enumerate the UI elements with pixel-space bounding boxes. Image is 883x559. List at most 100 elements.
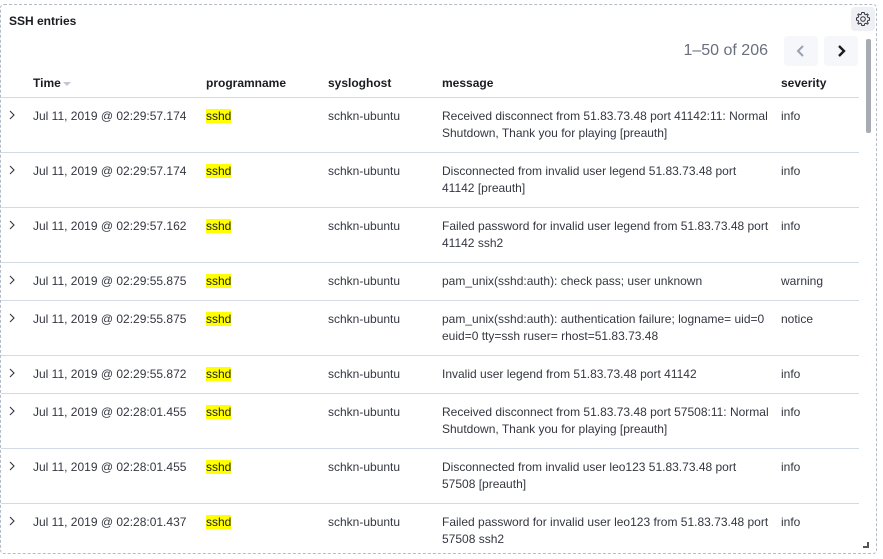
previous-page-button[interactable] bbox=[784, 36, 818, 66]
table-row[interactable]: Jul 11, 2019 @ 02:28:01.437 sshd schkn-ubu… bbox=[1, 503, 859, 553]
cell-severity: notice bbox=[781, 300, 859, 356]
cell-severity: info bbox=[781, 393, 859, 449]
cell-severity: info bbox=[781, 152, 859, 208]
cell-time: Jul 11, 2019 @ 02:29:55.875 bbox=[33, 300, 206, 356]
sort-arrow-icon[interactable] bbox=[62, 81, 71, 86]
cell-programname: sshd bbox=[206, 393, 328, 449]
cell-message: Disconnected from invalid user legend 51… bbox=[442, 152, 781, 208]
table-row[interactable]: Jul 11, 2019 @ 02:29:55.872 sshd schkn-ubu… bbox=[1, 355, 859, 394]
highlighted-match: sshd bbox=[206, 109, 232, 123]
cell-message: Invalid user legend from 51.83.73.48 por… bbox=[442, 355, 781, 394]
cell-sysloghost: schkn-ubuntu bbox=[328, 503, 442, 553]
column-header-sysloghost[interactable]: sysloghost bbox=[328, 69, 442, 98]
table-row[interactable]: Jul 11, 2019 @ 02:28:01.455 sshd schkn-ubu… bbox=[1, 393, 859, 449]
highlighted-match: sshd bbox=[206, 460, 232, 474]
next-page-button[interactable] bbox=[824, 36, 858, 66]
cell-severity: info bbox=[781, 97, 859, 153]
cell-sysloghost: schkn-ubuntu bbox=[328, 393, 442, 449]
cell-message: pam_unix(sshd:auth): authentication fail… bbox=[442, 300, 781, 356]
cell-severity: info bbox=[781, 448, 859, 504]
cell-sysloghost: schkn-ubuntu bbox=[328, 207, 442, 263]
chevron-right-icon bbox=[9, 165, 15, 175]
cell-message: pam_unix(sshd:auth): check pass; user un… bbox=[442, 262, 781, 301]
cell-time: Jul 11, 2019 @ 02:28:01.437 bbox=[33, 503, 206, 553]
highlighted-match: sshd bbox=[206, 274, 232, 288]
cell-programname: sshd bbox=[206, 207, 328, 263]
cell-time: Jul 11, 2019 @ 02:29:57.174 bbox=[33, 152, 206, 208]
cell-severity: info bbox=[781, 503, 859, 553]
cell-severity: warning bbox=[781, 262, 859, 301]
chevron-right-icon bbox=[9, 461, 15, 471]
table-row[interactable]: Jul 11, 2019 @ 02:29:57.174 sshd schkn-ubu… bbox=[1, 152, 859, 208]
expand-row-button[interactable] bbox=[1, 300, 33, 356]
cell-programname: sshd bbox=[206, 97, 328, 153]
chevron-right-icon bbox=[9, 368, 15, 378]
expand-row-button[interactable] bbox=[1, 355, 33, 394]
cell-programname: sshd bbox=[206, 503, 328, 553]
table-header-row: Time programname sysloghost message seve… bbox=[1, 69, 859, 98]
cell-severity: info bbox=[781, 355, 859, 394]
expand-row-button[interactable] bbox=[1, 448, 33, 504]
expand-column-header bbox=[1, 69, 33, 98]
cell-sysloghost: schkn-ubuntu bbox=[328, 355, 442, 394]
ssh-entries-panel: SSH entries 1–50 of 206 Time programname… bbox=[0, 4, 877, 554]
cell-time: Jul 11, 2019 @ 02:28:01.455 bbox=[33, 448, 206, 504]
column-header-programname[interactable]: programname bbox=[206, 69, 328, 98]
cell-programname: sshd bbox=[206, 152, 328, 208]
cell-message: Failed password for invalid user legend … bbox=[442, 207, 781, 263]
cell-programname: sshd bbox=[206, 300, 328, 356]
cell-message: Disconnected from invalid user leo123 51… bbox=[442, 448, 781, 504]
panel-title: SSH entries bbox=[9, 14, 77, 28]
highlighted-match: sshd bbox=[206, 405, 232, 419]
chevron-right-icon bbox=[9, 313, 15, 323]
chevron-right-icon bbox=[838, 45, 846, 57]
column-header-time[interactable]: Time bbox=[33, 69, 206, 98]
cell-message: Failed password for invalid user leo123 … bbox=[442, 503, 781, 553]
chevron-left-icon bbox=[796, 45, 804, 57]
chevron-right-icon bbox=[9, 110, 15, 120]
cell-programname: sshd bbox=[206, 262, 328, 301]
chevron-right-icon bbox=[9, 275, 15, 285]
highlighted-match: sshd bbox=[206, 367, 232, 381]
expand-row-button[interactable] bbox=[1, 152, 33, 208]
cell-sysloghost: schkn-ubuntu bbox=[328, 97, 442, 153]
column-header-severity[interactable]: severity bbox=[781, 69, 859, 98]
expand-row-button[interactable] bbox=[1, 97, 33, 153]
cell-programname: sshd bbox=[206, 355, 328, 394]
column-header-label: Time bbox=[33, 76, 61, 90]
highlighted-match: sshd bbox=[206, 164, 232, 178]
expand-row-button[interactable] bbox=[1, 207, 33, 263]
cell-programname: sshd bbox=[206, 448, 328, 504]
cell-time: Jul 11, 2019 @ 02:29:57.174 bbox=[33, 97, 206, 153]
chevron-right-icon bbox=[9, 406, 15, 416]
pagination: 1–50 of 206 bbox=[683, 36, 858, 66]
expand-row-button[interactable] bbox=[1, 503, 33, 553]
expand-row-button[interactable] bbox=[1, 393, 33, 449]
cell-message: Received disconnect from 51.83.73.48 por… bbox=[442, 393, 781, 449]
cell-sysloghost: schkn-ubuntu bbox=[328, 300, 442, 356]
highlighted-match: sshd bbox=[206, 219, 232, 233]
table-row[interactable]: Jul 11, 2019 @ 02:29:57.174 sshd schkn-ubu… bbox=[1, 97, 859, 153]
ssh-entries-table: Time programname sysloghost message seve… bbox=[1, 69, 859, 553]
table-row[interactable]: Jul 11, 2019 @ 02:29:57.162 sshd schkn-ubu… bbox=[1, 207, 859, 263]
chevron-right-icon bbox=[9, 516, 15, 526]
cell-sysloghost: schkn-ubuntu bbox=[328, 152, 442, 208]
cell-time: Jul 11, 2019 @ 02:29:55.875 bbox=[33, 262, 206, 301]
cell-sysloghost: schkn-ubuntu bbox=[328, 448, 442, 504]
cell-time: Jul 11, 2019 @ 02:29:55.872 bbox=[33, 355, 206, 394]
highlighted-match: sshd bbox=[206, 312, 232, 326]
cell-sysloghost: schkn-ubuntu bbox=[328, 262, 442, 301]
panel-settings-button[interactable] bbox=[851, 7, 875, 31]
table-row[interactable]: Jul 11, 2019 @ 02:29:55.875 sshd schkn-ubu… bbox=[1, 262, 859, 301]
pagination-range: 1–50 of 206 bbox=[683, 42, 768, 59]
chevron-right-icon bbox=[9, 220, 15, 230]
highlighted-match: sshd bbox=[206, 515, 232, 529]
cell-time: Jul 11, 2019 @ 02:29:57.162 bbox=[33, 207, 206, 263]
column-header-message[interactable]: message bbox=[442, 69, 781, 98]
gear-icon bbox=[856, 12, 870, 26]
vertical-scrollbar[interactable] bbox=[866, 39, 871, 133]
table-row[interactable]: Jul 11, 2019 @ 02:29:55.875 sshd schkn-ubu… bbox=[1, 300, 859, 356]
table-row[interactable]: Jul 11, 2019 @ 02:28:01.455 sshd schkn-ubu… bbox=[1, 448, 859, 504]
expand-row-button[interactable] bbox=[1, 262, 33, 301]
resize-handle[interactable] bbox=[863, 542, 869, 548]
